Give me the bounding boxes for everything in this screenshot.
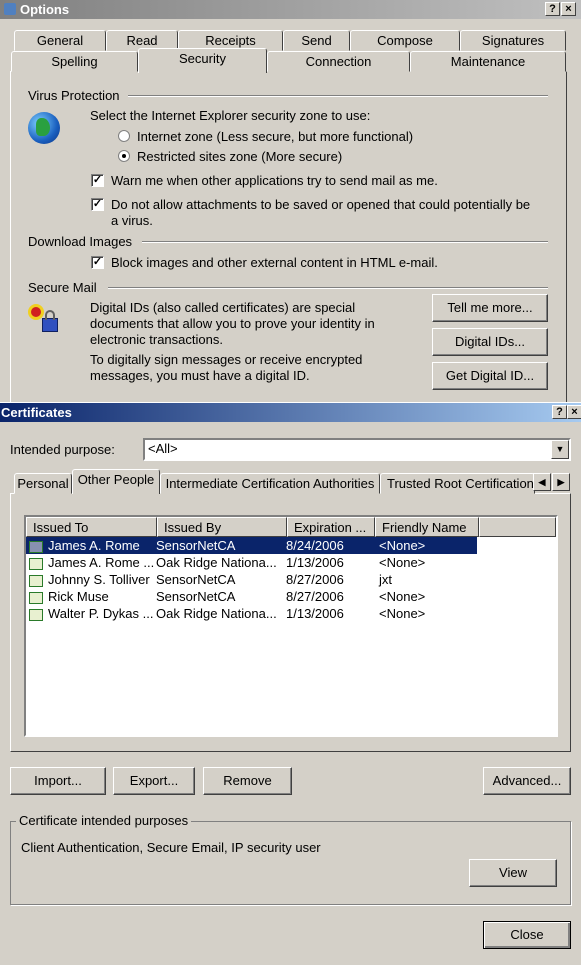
table-row[interactable]: Rick Muse SensorNetCA 8/27/2006 <None> xyxy=(26,588,477,605)
attachments-label-1[interactable]: Do not allow attachments to be saved or … xyxy=(111,197,530,212)
tab-trusted-root[interactable]: Trusted Root Certification xyxy=(380,473,535,494)
restricted-zone-label[interactable]: Restricted sites zone (More secure) xyxy=(137,149,342,164)
cell-friendly-name: <None> xyxy=(379,555,426,570)
block-images-checkbox[interactable]: ✓ xyxy=(91,256,104,269)
table-row[interactable]: James A. Rome ... Oak Ridge Nationa... 1/1… xyxy=(26,554,477,571)
cell-issued-by: SensorNetCA xyxy=(156,572,236,587)
zone-prompt: Select the Internet Explorer security zo… xyxy=(90,108,371,123)
help-button[interactable]: ? xyxy=(545,2,560,16)
cell-issued-by: Oak Ridge Nationa... xyxy=(156,606,277,621)
divider xyxy=(128,95,548,97)
column-expiration[interactable]: Expiration ... xyxy=(287,517,375,537)
intended-purpose-label: Intended purpose: xyxy=(10,442,115,457)
certificate-icon xyxy=(29,540,43,553)
get-digital-id-button[interactable]: Get Digital ID... xyxy=(432,362,548,390)
cell-issued-to: Walter P. Dykas ... xyxy=(48,606,154,621)
certificate-icon xyxy=(29,557,43,570)
tab-spelling[interactable]: Spelling xyxy=(11,51,138,72)
cell-issued-to: Rick Muse xyxy=(48,589,109,604)
intended-purposes-heading: Certificate intended purposes xyxy=(16,813,192,828)
cell-friendly-name: <None> xyxy=(379,606,426,621)
cell-issued-by: SensorNetCA xyxy=(156,538,236,553)
remove-button[interactable]: Remove xyxy=(203,767,292,795)
options-title: Options xyxy=(20,2,70,17)
tab-signatures[interactable]: Signatures xyxy=(460,30,566,51)
column-friendly-name[interactable]: Friendly Name xyxy=(375,517,479,537)
cell-friendly-name: jxt xyxy=(379,572,392,587)
secure-mail-heading: Secure Mail xyxy=(28,280,97,295)
certificates-window: Certificates ? × Intended purpose: <All>… xyxy=(0,402,581,965)
cell-friendly-name: <None> xyxy=(379,538,426,553)
app-icon xyxy=(4,3,16,15)
attachments-label-2[interactable]: a virus. xyxy=(111,213,153,228)
column-issued-to[interactable]: Issued To xyxy=(26,517,157,537)
cell-issued-by: Oak Ridge Nationa... xyxy=(156,555,277,570)
cell-expiration: 1/13/2006 xyxy=(286,606,344,621)
close-button[interactable]: Close xyxy=(483,921,571,949)
chevron-down-icon[interactable]: ▼ xyxy=(551,440,569,459)
certificate-lock-icon xyxy=(28,304,60,336)
cell-issued-to: James A. Rome xyxy=(48,538,140,553)
globe-icon xyxy=(28,112,60,144)
tab-security[interactable]: Security xyxy=(138,48,267,73)
table-row[interactable]: Johnny S. Tolliver SensorNetCA 8/27/2006 jx… xyxy=(26,571,477,588)
warn-checkbox[interactable]: ✓ xyxy=(91,174,104,187)
tab-compose[interactable]: Compose xyxy=(350,30,460,51)
digital-ids-text-1: Digital IDs (also called certificates) a… xyxy=(90,300,356,315)
tab-scroll-left-icon[interactable]: ◀ xyxy=(533,473,551,491)
table-row[interactable]: Walter P. Dykas ... Oak Ridge Nationa... 1… xyxy=(26,605,477,622)
sign-text-2: messages, you must have a digital ID. xyxy=(90,368,310,383)
tab-connection[interactable]: Connection xyxy=(267,51,410,72)
cell-issued-to: Johnny S. Tolliver xyxy=(48,572,150,587)
certificates-title-bar[interactable]: Certificates xyxy=(0,403,581,422)
digital-ids-button[interactable]: Digital IDs... xyxy=(432,328,548,356)
attachments-checkbox[interactable]: ✓ xyxy=(91,198,104,211)
cell-expiration: 1/13/2006 xyxy=(286,555,344,570)
view-button[interactable]: View xyxy=(469,859,557,887)
certificate-icon xyxy=(29,574,43,587)
restricted-zone-radio[interactable] xyxy=(118,150,130,162)
warn-label[interactable]: Warn me when other applications try to s… xyxy=(111,173,438,188)
cell-expiration: 8/27/2006 xyxy=(286,589,344,604)
sign-text-1: To digitally sign messages or receive en… xyxy=(90,352,363,367)
close-icon[interactable]: × xyxy=(567,405,581,419)
tab-other-people[interactable]: Other People xyxy=(72,469,160,494)
intended-purposes-value: Client Authentication, Secure Email, IP … xyxy=(21,840,321,855)
tab-intermediate-ca[interactable]: Intermediate Certification Authorities xyxy=(160,473,380,494)
cell-expiration: 8/24/2006 xyxy=(286,538,344,553)
intended-purpose-value: <All> xyxy=(148,441,178,456)
internet-zone-label[interactable]: Internet zone (Less secure, but more fun… xyxy=(137,129,413,144)
advanced-button[interactable]: Advanced... xyxy=(483,767,571,795)
column-issued-by[interactable]: Issued By xyxy=(157,517,287,537)
certificate-icon xyxy=(29,608,43,621)
cell-issued-to: James A. Rome ... xyxy=(48,555,155,570)
divider xyxy=(142,241,548,243)
help-button[interactable]: ? xyxy=(552,405,567,419)
import-button[interactable]: Import... xyxy=(10,767,106,795)
certificate-icon xyxy=(29,591,43,604)
virus-protection-heading: Virus Protection xyxy=(28,88,120,103)
tab-general[interactable]: General xyxy=(14,30,106,51)
tab-personal[interactable]: Personal xyxy=(14,473,72,494)
internet-zone-radio[interactable] xyxy=(118,130,130,142)
export-button[interactable]: Export... xyxy=(113,767,195,795)
tab-send[interactable]: Send xyxy=(283,30,350,51)
digital-ids-text-3: electronic transactions. xyxy=(90,332,223,347)
tab-maintenance[interactable]: Maintenance xyxy=(410,51,566,72)
certificates-title: Certificates xyxy=(1,405,72,420)
cell-issued-by: SensorNetCA xyxy=(156,589,236,604)
tell-me-more-button[interactable]: Tell me more... xyxy=(432,294,548,322)
divider xyxy=(108,287,548,289)
close-icon[interactable]: × xyxy=(561,2,576,16)
tab-scroll-right-icon[interactable]: ▶ xyxy=(552,473,570,491)
column-filler xyxy=(479,517,556,537)
cell-friendly-name: <None> xyxy=(379,589,426,604)
download-images-heading: Download Images xyxy=(28,234,133,249)
options-title-bar[interactable]: Options xyxy=(0,0,581,19)
block-images-label[interactable]: Block images and other external content … xyxy=(111,255,438,270)
intended-purpose-select[interactable]: <All> ▼ xyxy=(143,438,571,461)
digital-ids-text-2: documents that allow you to prove your i… xyxy=(90,316,375,331)
table-row[interactable]: James A. Rome SensorNetCA 8/24/2006 <None> xyxy=(26,537,477,554)
cell-expiration: 8/27/2006 xyxy=(286,572,344,587)
